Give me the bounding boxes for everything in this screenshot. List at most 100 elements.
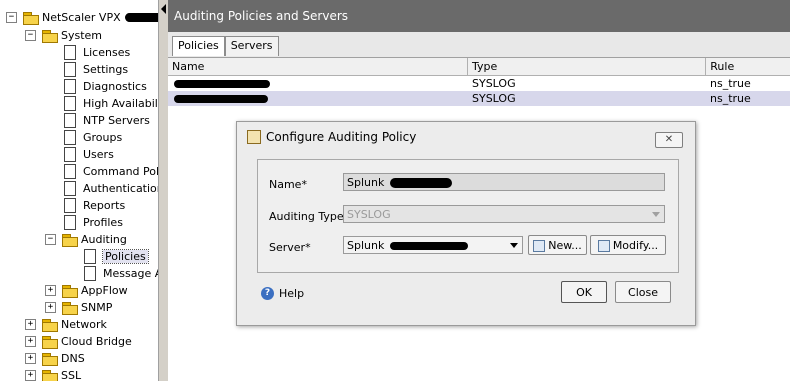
tree-item-label: Groups — [83, 131, 123, 144]
tree-node-dns[interactable]: + DNS — [25, 350, 85, 367]
tab-policies[interactable]: Policies — [172, 36, 225, 56]
auditing-type-select: SYSLOG — [343, 205, 665, 223]
tree-item-label: NTP Servers — [83, 114, 150, 127]
tree-label-dns: DNS — [61, 352, 85, 365]
close-button[interactable]: Close — [615, 281, 671, 303]
collapse-icon[interactable]: − — [25, 30, 36, 41]
document-icon — [64, 198, 76, 213]
help-icon: ? — [261, 287, 274, 300]
tree-item-label: Message A — [103, 267, 158, 280]
collapse-left-icon[interactable] — [161, 4, 166, 14]
folder-icon — [62, 301, 78, 315]
tree-node-root[interactable]: − NetScaler VPX — [6, 9, 158, 26]
policy-icon — [247, 130, 261, 144]
expand-icon[interactable]: + — [25, 370, 36, 381]
edit-icon — [597, 240, 610, 252]
close-icon[interactable]: ✕ — [655, 132, 683, 148]
dialog-title: Configure Auditing Policy — [266, 130, 417, 144]
dialog-title-bar: Configure Auditing Policy — [247, 130, 416, 144]
redaction — [389, 242, 468, 250]
folder-icon — [42, 352, 58, 366]
dialog-form: Name* Splunk Auditing Type SYSLOG Server… — [257, 159, 679, 273]
tree-node-snmp[interactable]: + SNMP — [45, 299, 112, 316]
tree-label-appflow: AppFlow — [81, 284, 128, 297]
column-header-type[interactable]: Type — [468, 58, 707, 75]
tree-item-high-availability[interactable]: High Availability — [64, 95, 158, 112]
tree-node-cloud-bridge[interactable]: + Cloud Bridge — [25, 333, 132, 350]
document-icon — [64, 147, 76, 162]
cell-rule: ns_true — [710, 92, 751, 105]
chevron-down-icon[interactable] — [510, 243, 518, 248]
tree-item-label: Command Polici — [83, 165, 158, 178]
tree-node-appflow[interactable]: + AppFlow — [45, 282, 128, 299]
tree-item-users[interactable]: Users — [64, 146, 114, 163]
tree-item-label: Reports — [83, 199, 126, 212]
tree-item-profiles[interactable]: Profiles — [64, 214, 123, 231]
tree-item-reports[interactable]: Reports — [64, 197, 125, 214]
expand-icon[interactable]: + — [25, 336, 36, 347]
tree-item-label: Users — [83, 148, 114, 161]
tree-item-diagnostics[interactable]: Diagnostics — [64, 78, 147, 95]
tree-item-policies[interactable]: Policies — [84, 248, 149, 265]
tab-bar: Policies Servers — [172, 36, 279, 56]
tree-item-licenses[interactable]: Licenses — [64, 44, 130, 61]
folder-icon — [42, 29, 58, 43]
tree-node-network[interactable]: + Network — [25, 316, 107, 333]
document-icon — [64, 181, 76, 196]
expand-icon[interactable]: + — [45, 285, 56, 296]
tree-node-ssl[interactable]: + SSL — [25, 367, 81, 381]
ok-button[interactable]: OK — [561, 281, 607, 303]
server-select[interactable]: Splunk — [343, 236, 523, 254]
chevron-down-icon — [652, 212, 660, 217]
tree-node-system[interactable]: − System — [25, 27, 102, 44]
column-header-name[interactable]: Name — [168, 58, 469, 75]
tree-label-network: Network — [61, 318, 107, 331]
redaction — [174, 95, 268, 103]
table-row[interactable]: SYSLOG ns_true — [168, 91, 790, 106]
tree-label-cloud-bridge: Cloud Bridge — [61, 335, 132, 348]
expand-icon[interactable]: + — [25, 353, 36, 364]
document-icon — [64, 113, 76, 128]
auditing-type-label: Auditing Type — [269, 210, 344, 223]
document-icon — [64, 215, 76, 230]
tree-item-message-actions[interactable]: Message A — [84, 265, 158, 282]
tree-item-label: Profiles — [83, 216, 123, 229]
tree-item-label: Licenses — [83, 46, 131, 59]
document-icon — [64, 79, 76, 94]
cell-name — [168, 91, 468, 106]
cell-type: SYSLOG — [472, 92, 516, 105]
document-icon — [64, 164, 76, 179]
new-server-button[interactable]: New... — [528, 235, 587, 255]
expand-icon[interactable]: + — [45, 302, 56, 313]
collapse-icon[interactable]: − — [6, 12, 17, 23]
name-field[interactable]: Splunk — [343, 173, 665, 191]
tree-label-snmp: SNMP — [81, 301, 113, 314]
server-value: Splunk — [347, 239, 385, 252]
tree-label-system: System — [61, 29, 103, 42]
tree-label-auditing: Auditing — [81, 233, 127, 246]
tree-item-command-policies[interactable]: Command Polici — [64, 163, 158, 180]
cell-name — [168, 76, 468, 91]
tree-item-settings[interactable]: Settings — [64, 61, 128, 78]
cell-type: SYSLOG — [472, 77, 516, 90]
navigation-tree: − NetScaler VPX − System Licenses Settin… — [0, 0, 158, 381]
collapse-icon[interactable]: − — [45, 234, 56, 245]
table-row[interactable]: SYSLOG ns_true — [168, 76, 790, 91]
tree-item-authentication[interactable]: Authentication — [64, 180, 158, 197]
column-header-rule[interactable]: Rule — [706, 58, 790, 75]
panel-title: Auditing Policies and Servers — [168, 0, 790, 32]
table-header: Name Type Rule — [168, 58, 790, 76]
modify-server-button[interactable]: Modify... — [590, 235, 666, 255]
expand-icon[interactable]: + — [25, 319, 36, 330]
document-icon — [64, 96, 76, 111]
tab-servers[interactable]: Servers — [224, 36, 279, 56]
folder-icon — [42, 318, 58, 332]
folder-icon — [42, 369, 58, 381]
tree-item-groups[interactable]: Groups — [64, 129, 122, 146]
tree-item-ntp-servers[interactable]: NTP Servers — [64, 112, 150, 129]
help-link[interactable]: ? Help — [261, 287, 304, 300]
tree-item-label: Policies — [102, 249, 149, 264]
name-value: Splunk — [347, 176, 385, 189]
redaction — [124, 13, 158, 22]
tree-node-auditing[interactable]: − Auditing — [45, 231, 127, 248]
